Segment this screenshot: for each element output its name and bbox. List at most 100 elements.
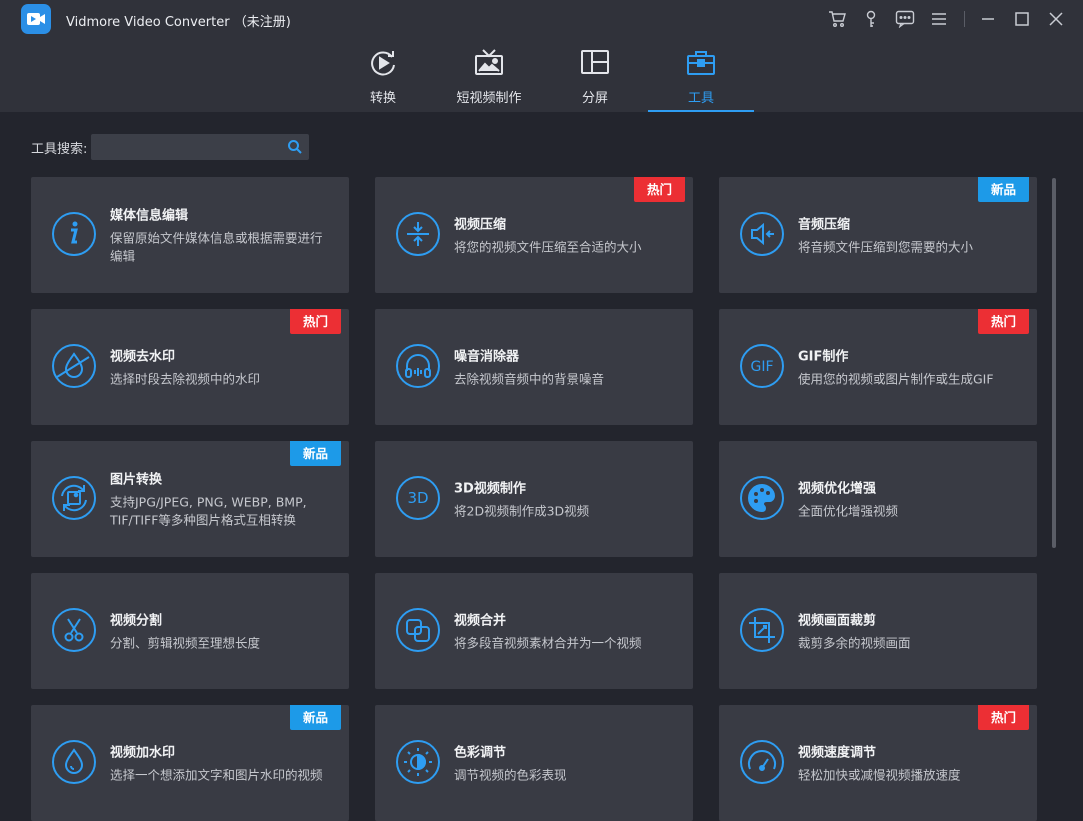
- tool-desc: 全面优化增强视频: [798, 503, 899, 519]
- close-icon[interactable]: [1045, 8, 1067, 30]
- tool-desc: 将音频文件压缩到您需要的大小: [798, 239, 974, 255]
- tool-title: 视频压缩: [454, 217, 507, 233]
- scissors-icon: [51, 607, 97, 653]
- tool-desc: 选择一个想添加文字和图片水印的视频: [110, 767, 323, 783]
- new-badge: 新品: [289, 441, 341, 466]
- tool-title: 视频画面裁剪: [798, 613, 877, 629]
- tab-label: 转换: [369, 91, 396, 106]
- tab-toolbox[interactable]: 工具: [648, 44, 754, 112]
- svg-text:GIF: GIF: [750, 359, 773, 375]
- info-icon: [51, 211, 97, 257]
- color-adjust-icon: [395, 739, 441, 785]
- tool-card-video-enhancer[interactable]: 视频优化增强 全面优化增强视频: [719, 441, 1037, 557]
- tool-desc: 将您的视频文件压缩至合适的大小: [454, 239, 642, 255]
- tool-title: 视频分割: [110, 613, 163, 629]
- toolbox-icon: [686, 48, 716, 78]
- tool-card-image-converter[interactable]: 新品 图片转换 支持JPG/JPEG, PNG, WEBP, BMP, TIF/…: [31, 441, 349, 557]
- tool-desc: 调节视频的色彩表现: [454, 767, 567, 783]
- audio-compress-icon: [739, 211, 785, 257]
- hot-badge: 热门: [977, 309, 1029, 334]
- tools-grid: 媒体信息编辑 保留原始文件媒体信息或根据需要进行编辑 热门 视频压缩 将您的视频…: [31, 177, 1037, 821]
- minimize-icon[interactable]: [977, 8, 999, 30]
- tool-title: 音频压缩: [798, 217, 851, 233]
- convert-icon: [368, 48, 398, 78]
- window-controls: [814, 8, 1067, 30]
- tool-title: 色彩调节: [454, 745, 507, 761]
- hot-badge: 热门: [977, 705, 1029, 730]
- 3d-icon: 3D: [395, 475, 441, 521]
- tool-title: 媒体信息编辑: [110, 208, 189, 224]
- headphones-icon: [395, 343, 441, 389]
- video-compress-icon: [395, 211, 441, 257]
- hot-badge: 热门: [289, 309, 341, 334]
- tool-card-video-watermark[interactable]: 新品 视频加水印 选择一个想添加文字和图片水印的视频: [31, 705, 349, 821]
- search-input[interactable]: [91, 134, 288, 160]
- new-badge: 新品: [289, 705, 341, 730]
- tool-desc: 选择时段去除视频中的水印: [110, 371, 261, 387]
- main-tabs: 转换 短视频制作 分屏 工具: [330, 44, 754, 112]
- scrollbar[interactable]: [1052, 178, 1056, 548]
- speedometer-icon: [739, 739, 785, 785]
- search-box: [91, 134, 310, 160]
- tool-card-video-merger[interactable]: 视频合并 将多段音视频素材合并为一个视频: [375, 573, 693, 689]
- tool-desc: 保留原始文件媒体信息或根据需要进行编辑: [110, 230, 323, 264]
- search-icon[interactable]: [287, 139, 303, 159]
- tool-card-watermark-remover[interactable]: 热门 视频去水印 选择时段去除视频中的水印: [31, 309, 349, 425]
- tool-card-audio-compressor[interactable]: 新品 音频压缩 将音频文件压缩到您需要的大小: [719, 177, 1037, 293]
- divider: [964, 11, 965, 27]
- tool-title: GIF制作: [798, 349, 849, 365]
- title-bar: Vidmore Video Converter （未注册) 转换 短视频制作 分…: [0, 0, 1083, 112]
- app-title: Vidmore Video Converter （未注册): [66, 15, 291, 30]
- tool-title: 视频去水印: [110, 349, 176, 365]
- palette-icon: [739, 475, 785, 521]
- tool-desc: 将多段音视频素材合并为一个视频: [454, 635, 642, 651]
- tool-desc: 分割、剪辑视频至理想长度: [110, 635, 261, 651]
- tool-card-noise-remover[interactable]: 噪音消除器 去除视频音频中的背景噪音: [375, 309, 693, 425]
- tool-card-speed-controller[interactable]: 热门 视频速度调节 轻松加快或减慢视频播放速度: [719, 705, 1037, 821]
- new-badge: 新品: [977, 177, 1029, 202]
- tool-desc: 裁剪多余的视频画面: [798, 635, 911, 651]
- tab-convert[interactable]: 转换: [330, 44, 436, 112]
- tool-card-video-compressor[interactable]: 热门 视频压缩 将您的视频文件压缩至合适的大小: [375, 177, 693, 293]
- tool-title: 3D视频制作: [454, 481, 526, 497]
- tool-desc: 轻松加快或减慢视频播放速度: [798, 767, 961, 783]
- tab-collage[interactable]: 分屏: [542, 44, 648, 112]
- search-label: 工具搜索:: [31, 141, 88, 157]
- tool-card-video-splitter[interactable]: 视频分割 分割、剪辑视频至理想长度: [31, 573, 349, 689]
- tool-desc: 使用您的视频或图片制作或生成GIF: [798, 371, 994, 387]
- tool-card-3d-maker[interactable]: 3D 3D视频制作 将2D视频制作成3D视频: [375, 441, 693, 557]
- image-convert-icon: [51, 475, 97, 521]
- tool-title: 图片转换: [110, 472, 163, 488]
- merge-icon: [395, 607, 441, 653]
- tool-card-gif-maker[interactable]: 热门 GIF GIF制作 使用您的视频或图片制作或生成GIF: [719, 309, 1037, 425]
- hot-badge: 热门: [633, 177, 685, 202]
- tab-label: 工具: [687, 91, 714, 106]
- collage-icon: [580, 48, 610, 78]
- feedback-icon[interactable]: [894, 8, 916, 30]
- cart-icon[interactable]: [826, 8, 848, 30]
- tool-desc: 支持JPG/JPEG, PNG, WEBP, BMP, TIF/TIFF等多种图…: [110, 494, 307, 528]
- tab-label: 分屏: [581, 91, 608, 106]
- tab-mv[interactable]: 短视频制作: [436, 44, 542, 112]
- tool-card-color-correction[interactable]: 色彩调节 调节视频的色彩表现: [375, 705, 693, 821]
- app-logo: [21, 4, 51, 34]
- gif-icon: GIF: [739, 343, 785, 389]
- tool-card-media-metadata[interactable]: 媒体信息编辑 保留原始文件媒体信息或根据需要进行编辑: [31, 177, 349, 293]
- tool-search-row: 工具搜索:: [31, 134, 310, 160]
- tool-title: 噪音消除器: [454, 349, 520, 365]
- watermark-drop-icon: [51, 739, 97, 785]
- tool-title: 视频速度调节: [798, 745, 877, 761]
- tool-title: 视频加水印: [110, 745, 176, 761]
- remove-watermark-icon: [51, 343, 97, 389]
- tool-desc: 将2D视频制作成3D视频: [454, 503, 590, 519]
- tool-card-video-cropper[interactable]: 视频画面裁剪 裁剪多余的视频画面: [719, 573, 1037, 689]
- svg-text:3D: 3D: [407, 489, 428, 507]
- maximize-icon[interactable]: [1011, 8, 1033, 30]
- menu-icon[interactable]: [928, 8, 950, 30]
- mv-icon: [473, 48, 505, 78]
- crop-icon: [739, 607, 785, 653]
- tool-title: 视频合并: [454, 613, 507, 629]
- tool-title: 视频优化增强: [798, 481, 877, 497]
- tool-desc: 去除视频音频中的背景噪音: [454, 371, 605, 387]
- key-icon[interactable]: [860, 8, 882, 30]
